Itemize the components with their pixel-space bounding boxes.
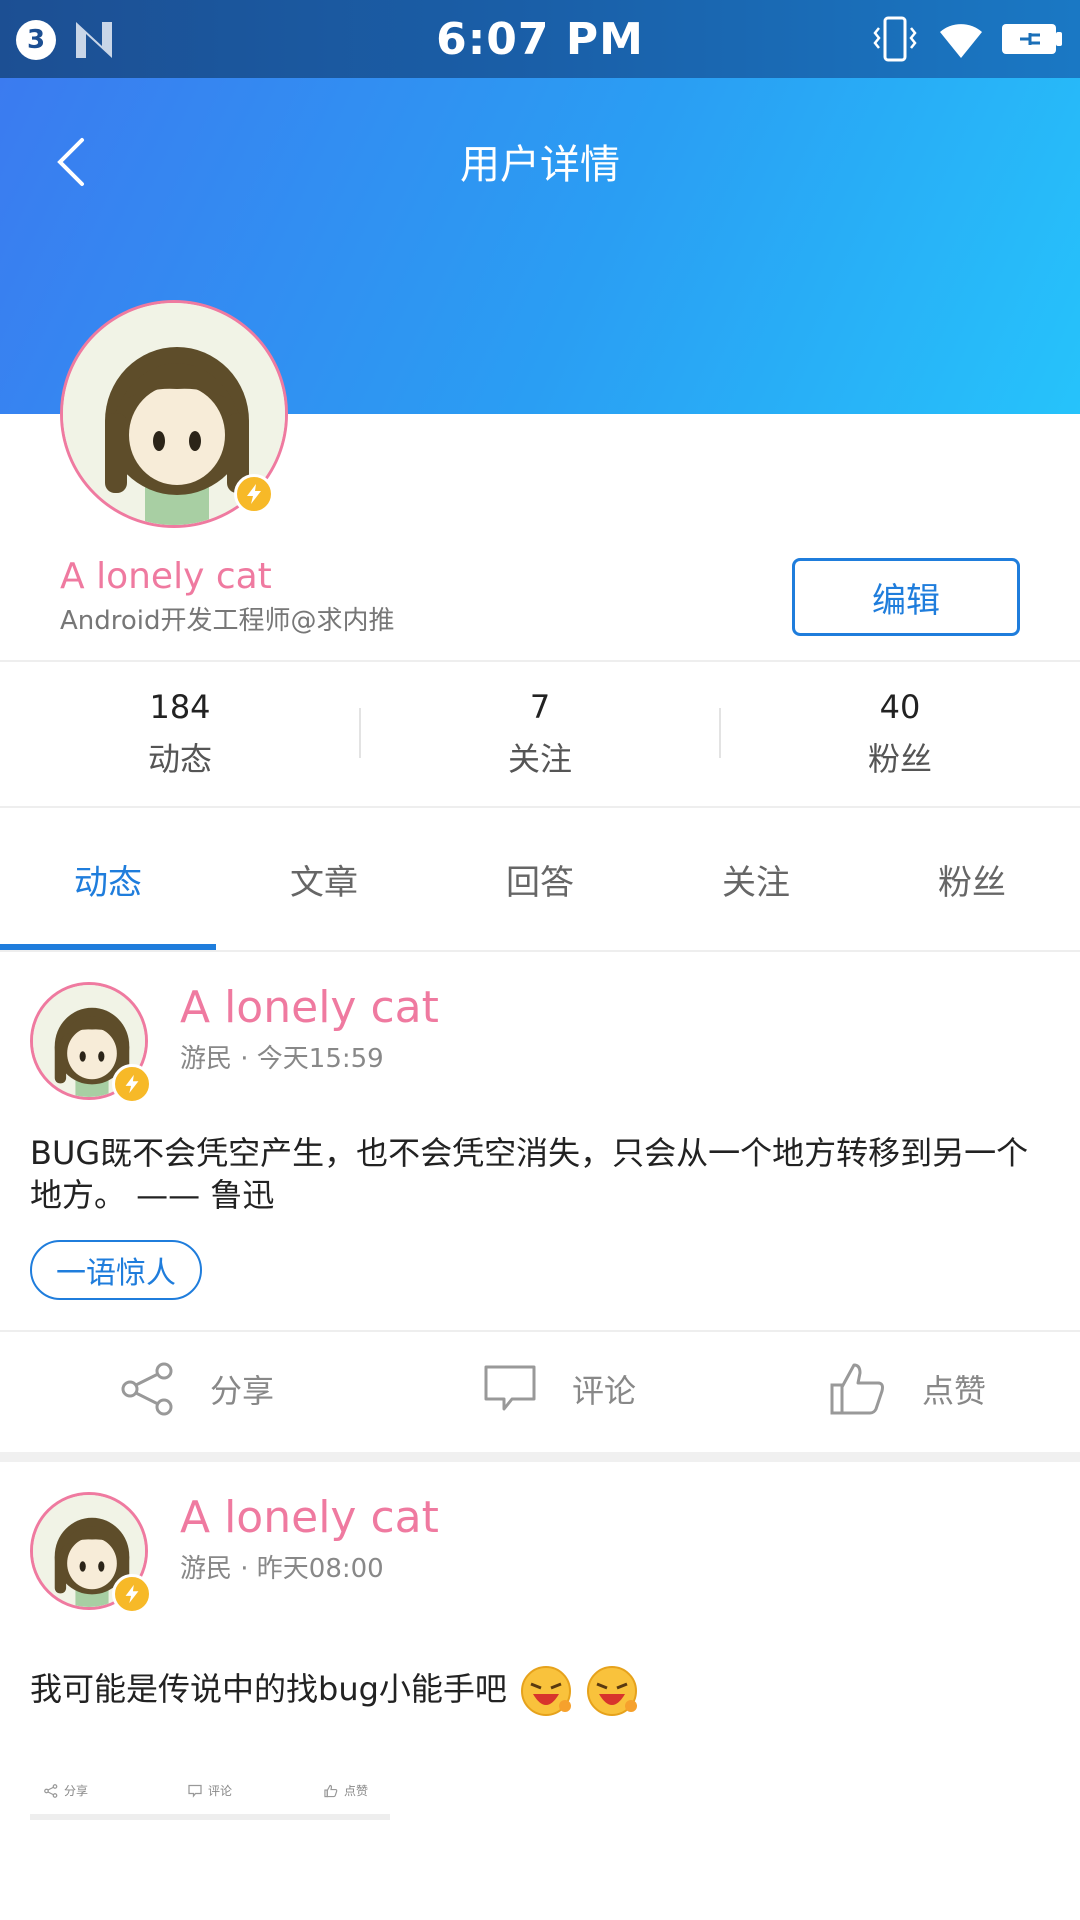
like-button[interactable]: 点赞 xyxy=(828,1354,986,1424)
lightning-badge-icon xyxy=(112,1574,152,1614)
comment-icon xyxy=(484,1365,536,1411)
thumbs-up-icon xyxy=(830,1363,884,1415)
battery-icon xyxy=(1002,24,1062,54)
tab-following[interactable]: 关注 xyxy=(648,808,864,950)
profile-bio: Android开发工程师@求内推 xyxy=(60,606,395,636)
like-label: 点赞 xyxy=(922,1372,987,1410)
like-button[interactable]: 点赞 xyxy=(324,1782,368,1799)
like-label: 点赞 xyxy=(344,1784,369,1798)
mini-action-row: 分享 评论 点赞 xyxy=(30,1772,390,1816)
post-author[interactable]: A lonely cat xyxy=(180,1492,439,1543)
divider xyxy=(0,1330,1080,1332)
post-tag[interactable]: 一语惊人 xyxy=(30,1240,202,1300)
share-label: 分享 xyxy=(64,1784,89,1798)
tab-bar: 动态 文章 回答 关注 粉丝 xyxy=(0,808,1080,950)
post-meta: 游民 · 昨天08:00 xyxy=(180,1554,384,1584)
post-meta: 游民 · 今天15:59 xyxy=(180,1044,384,1074)
lightning-badge-icon xyxy=(234,474,274,514)
stat-value: 40 xyxy=(879,688,921,726)
lightning-badge-icon xyxy=(112,1064,152,1104)
comment-icon xyxy=(188,1784,202,1798)
post-text-row: 我可能是传说中的找bug小能手吧 xyxy=(30,1664,1050,1718)
tab-posts[interactable]: 动态 xyxy=(0,808,216,950)
edit-profile-button[interactable]: 编辑 xyxy=(792,558,1020,636)
profile-name: A lonely cat xyxy=(60,556,272,597)
share-icon xyxy=(121,1362,173,1416)
comment-label: 评论 xyxy=(572,1372,637,1410)
stat-following[interactable]: 7 关注 xyxy=(360,688,720,780)
comment-button[interactable]: 评论 xyxy=(482,1354,636,1424)
stats-row: 184 动态 7 关注 40 粉丝 xyxy=(0,662,1080,806)
share-label: 分享 xyxy=(210,1372,275,1410)
divider xyxy=(0,950,1080,952)
stat-label: 粉丝 xyxy=(867,740,932,778)
post-separator xyxy=(0,1452,1080,1462)
post-text: BUG既不会凭空产生，也不会凭空消失，只会从一个地方转移到另一个地方。 —— 鲁… xyxy=(30,1134,1029,1214)
vibrate-icon xyxy=(873,16,917,62)
stat-label: 关注 xyxy=(507,740,572,778)
stat-followers[interactable]: 40 粉丝 xyxy=(720,688,1080,780)
share-button[interactable]: 分享 xyxy=(44,1782,88,1799)
stat-label: 动态 xyxy=(147,740,212,778)
post-author[interactable]: A lonely cat xyxy=(180,982,439,1033)
tab-followers[interactable]: 粉丝 xyxy=(864,808,1080,950)
share-icon xyxy=(44,1783,58,1798)
share-button[interactable]: 分享 xyxy=(120,1354,274,1424)
post-text: 我可能是传说中的找bug小能手吧 xyxy=(30,1670,507,1708)
tab-answers[interactable]: 回答 xyxy=(432,808,648,950)
laughing-emoji-icon xyxy=(521,1666,572,1716)
stat-value: 184 xyxy=(149,688,211,726)
comment-label: 评论 xyxy=(208,1784,233,1798)
laughing-emoji-icon xyxy=(587,1666,638,1716)
page-title: 用户详情 xyxy=(460,142,620,188)
wifi-icon xyxy=(940,24,982,58)
stat-posts[interactable]: 184 动态 xyxy=(0,688,360,780)
status-bar: 3 6:07 PM xyxy=(0,0,1080,78)
thumbs-up-icon xyxy=(324,1784,338,1797)
stat-value: 7 xyxy=(529,688,551,726)
mini-divider xyxy=(30,1814,390,1820)
tab-articles[interactable]: 文章 xyxy=(216,808,432,950)
comment-button[interactable]: 评论 xyxy=(188,1782,232,1799)
